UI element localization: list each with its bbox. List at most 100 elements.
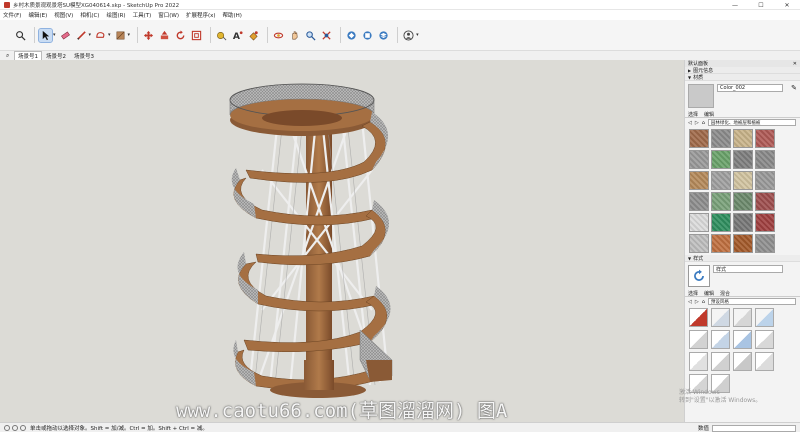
- style-name-field[interactable]: 样式: [713, 265, 783, 273]
- menu-edit[interactable]: 编辑(E): [28, 11, 47, 19]
- maximize-button[interactable]: ☐: [748, 0, 774, 10]
- pan-icon[interactable]: [288, 29, 301, 42]
- style-thumbnail[interactable]: [733, 352, 752, 371]
- material-swatch[interactable]: [689, 234, 709, 253]
- material-swatch[interactable]: [755, 192, 775, 211]
- home-icon[interactable]: ⌂: [702, 120, 705, 126]
- scene-tab-3[interactable]: 场景号3: [70, 51, 98, 61]
- layers-icon[interactable]: [377, 29, 390, 42]
- eraser-icon[interactable]: [59, 29, 72, 42]
- material-swatch[interactable]: [711, 213, 731, 232]
- account-icon[interactable]: [402, 29, 415, 42]
- text-icon[interactable]: A: [231, 29, 244, 42]
- user-icon[interactable]: [20, 424, 26, 431]
- scene-tab-1[interactable]: 场景号1: [14, 50, 42, 61]
- material-swatch[interactable]: [733, 192, 753, 211]
- select-arrow-icon[interactable]: [38, 27, 53, 43]
- material-swatch[interactable]: [733, 150, 753, 169]
- tab-styles-mix[interactable]: 混合: [720, 290, 730, 297]
- search-icon[interactable]: [14, 29, 27, 42]
- material-swatch[interactable]: [733, 213, 753, 232]
- material-swatch[interactable]: [711, 234, 731, 253]
- style-thumbnail[interactable]: [689, 352, 708, 371]
- material-swatch[interactable]: [755, 213, 775, 232]
- material-swatch[interactable]: [711, 150, 731, 169]
- menu-extensions[interactable]: 扩展程序(x): [186, 11, 216, 19]
- pencil-icon[interactable]: [75, 29, 88, 42]
- style-thumbnail[interactable]: [711, 308, 730, 327]
- paint-bucket-icon[interactable]: [114, 29, 127, 42]
- menu-help[interactable]: 帮助(H): [223, 11, 242, 19]
- tab-styles-edit[interactable]: 编辑: [704, 290, 714, 297]
- menu-draw[interactable]: 绘图(R): [106, 11, 125, 19]
- minimize-button[interactable]: —: [722, 0, 748, 10]
- rotate-icon[interactable]: [174, 29, 187, 42]
- paint-icon[interactable]: [247, 29, 260, 42]
- back-icon[interactable]: ◁: [688, 120, 692, 126]
- menu-window[interactable]: 窗口(W): [158, 11, 179, 19]
- back-icon[interactable]: ◁: [688, 299, 692, 305]
- extension-icon[interactable]: [361, 29, 374, 42]
- material-swatch[interactable]: [755, 234, 775, 253]
- materials-section[interactable]: ▼ 材质: [685, 74, 800, 81]
- style-thumbnail[interactable]: [755, 308, 774, 327]
- material-preview-swatch[interactable]: [688, 84, 714, 108]
- material-swatch[interactable]: [733, 171, 753, 190]
- tab-materials-select[interactable]: 选择: [688, 111, 698, 118]
- geo-location-icon[interactable]: [4, 424, 10, 431]
- offset-icon[interactable]: [190, 29, 203, 42]
- style-thumbnail[interactable]: [733, 308, 752, 327]
- material-swatch[interactable]: [755, 150, 775, 169]
- style-thumbnail[interactable]: [755, 352, 774, 371]
- material-library-select[interactable]: 园林绿化、地被层和植被: [707, 119, 796, 126]
- drawing-viewport[interactable]: [0, 60, 684, 422]
- chevron-down-icon[interactable]: ▾: [416, 32, 419, 38]
- close-button[interactable]: ✕: [774, 0, 800, 10]
- chevron-down-icon[interactable]: ▾: [53, 32, 56, 38]
- push-pull-icon[interactable]: [158, 29, 171, 42]
- home-icon[interactable]: ⌂: [702, 299, 705, 305]
- material-swatch[interactable]: [689, 171, 709, 190]
- scene-tab-2[interactable]: 场景号2: [42, 51, 70, 61]
- style-refresh-icon[interactable]: [688, 265, 710, 287]
- move-icon[interactable]: [142, 29, 155, 42]
- orbit-icon[interactable]: [272, 29, 285, 42]
- style-thumbnail[interactable]: [711, 330, 730, 349]
- style-thumbnail[interactable]: [711, 352, 730, 371]
- menu-view[interactable]: 视图(V): [54, 11, 73, 19]
- style-collection-select[interactable]: 预设风格: [707, 298, 796, 305]
- eyedropper-icon[interactable]: ✎: [791, 84, 797, 108]
- material-swatch[interactable]: [689, 129, 709, 148]
- material-swatch[interactable]: [689, 192, 709, 211]
- tape-measure-icon[interactable]: [215, 29, 228, 42]
- chevron-down-icon[interactable]: ▾: [89, 32, 92, 38]
- material-swatch[interactable]: [755, 171, 775, 190]
- style-thumbnail[interactable]: [733, 330, 752, 349]
- material-name-field[interactable]: Color_002: [717, 84, 783, 92]
- zoom-icon[interactable]: [304, 29, 317, 42]
- material-swatch[interactable]: [711, 171, 731, 190]
- shape-icon[interactable]: [94, 29, 107, 42]
- credits-icon[interactable]: [12, 424, 18, 431]
- tab-materials-edit[interactable]: 编辑: [704, 111, 714, 118]
- warehouse-icon[interactable]: [345, 29, 358, 42]
- forward-icon[interactable]: ▷: [695, 299, 699, 305]
- chevron-down-icon[interactable]: ▾: [128, 32, 131, 38]
- style-thumbnail[interactable]: [689, 308, 708, 327]
- material-swatch[interactable]: [755, 129, 775, 148]
- tab-styles-select[interactable]: 选择: [688, 290, 698, 297]
- style-thumbnail[interactable]: [755, 330, 774, 349]
- menu-file[interactable]: 文件(F): [3, 11, 21, 19]
- material-swatch[interactable]: [733, 234, 753, 253]
- material-swatch[interactable]: [733, 129, 753, 148]
- material-swatch[interactable]: [711, 192, 731, 211]
- styles-section[interactable]: ▼ 样式: [685, 255, 800, 262]
- forward-icon[interactable]: ▷: [695, 120, 699, 126]
- material-swatch[interactable]: [689, 150, 709, 169]
- style-thumbnail[interactable]: [689, 330, 708, 349]
- menu-tools[interactable]: 工具(T): [133, 11, 152, 19]
- chevron-down-icon[interactable]: ▾: [108, 32, 111, 38]
- menu-camera[interactable]: 相机(C): [80, 11, 99, 19]
- measurements-input[interactable]: [712, 424, 796, 432]
- zoom-extents-icon[interactable]: [320, 29, 333, 42]
